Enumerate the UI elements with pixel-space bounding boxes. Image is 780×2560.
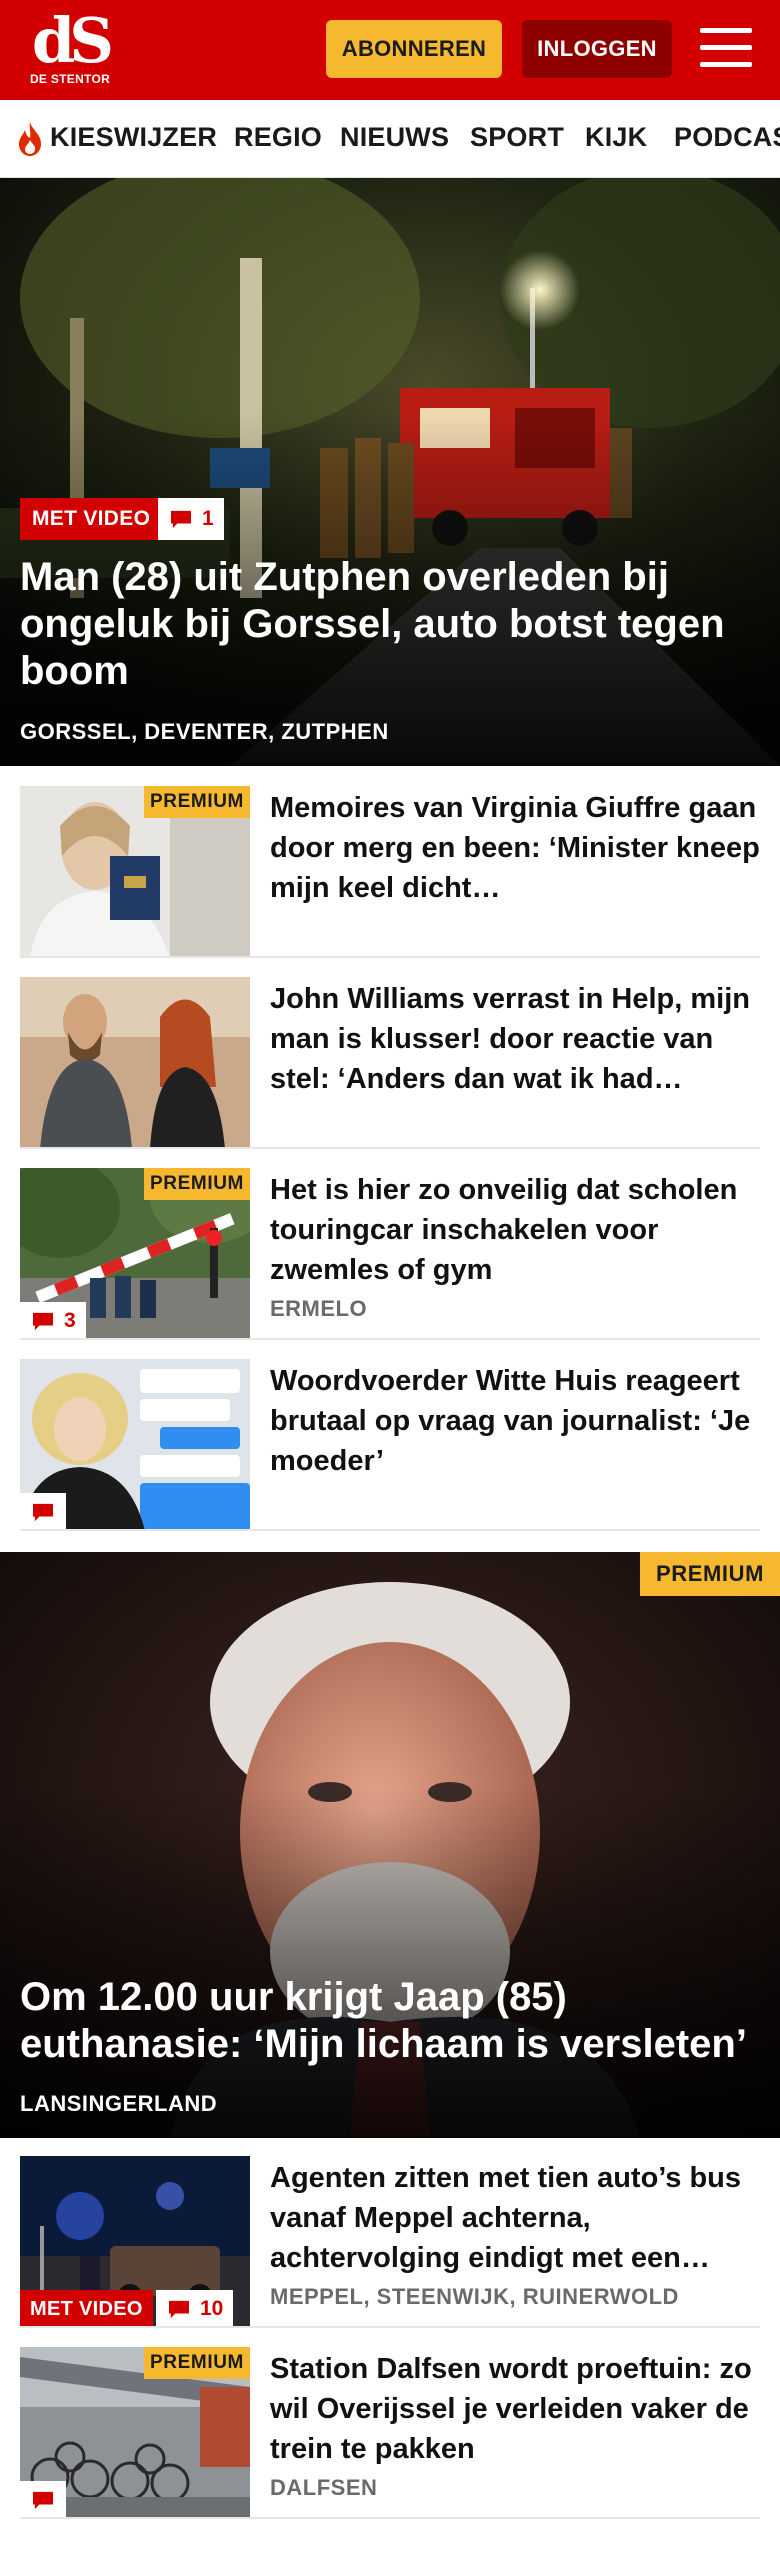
- comment-icon-badge[interactable]: [20, 2481, 66, 2519]
- premium-badge: PREMIUM: [144, 2347, 250, 2379]
- comment-icon-badge[interactable]: [20, 1493, 66, 1531]
- divider: [20, 1529, 760, 1531]
- premium-badge: PREMIUM: [144, 786, 250, 818]
- comment-icon: [169, 2300, 189, 2319]
- comment-count-badge[interactable]: 3: [20, 1302, 86, 1340]
- divider: [20, 2326, 760, 2328]
- comment-count: 1: [202, 507, 214, 530]
- nav-item-regio[interactable]: REGIO: [234, 122, 322, 153]
- article-location[interactable]: DALFSEN: [270, 2475, 377, 2501]
- divider: [20, 1338, 760, 1340]
- site-logo[interactable]: dS DE STENTOR: [28, 4, 114, 90]
- nav-item-kijk[interactable]: KIJK: [585, 122, 647, 153]
- article-title[interactable]: Station Dalfsen wordt proeftuin: zo wil …: [270, 2349, 760, 2469]
- nav-item-kieswijzer[interactable]: KIESWIJZER: [50, 122, 217, 153]
- article-title[interactable]: Agenten zitten met tien auto’s bus vanaf…: [270, 2158, 760, 2278]
- hero-title[interactable]: Man (28) uit Zutphen overleden bij ongel…: [20, 554, 760, 695]
- list-item[interactable]: PREMIUM 3 Het is hier zo onveilig dat sc…: [20, 1168, 760, 1340]
- divider: [20, 2517, 760, 2519]
- hero-tags[interactable]: LANSINGERLAND: [20, 2091, 217, 2117]
- video-badge: MET VIDEO: [20, 2290, 153, 2328]
- flame-icon: [19, 122, 41, 156]
- nav-item-nieuws[interactable]: NIEUWS: [340, 122, 449, 153]
- article-title[interactable]: John Williams verrast in Help, mijn man …: [270, 979, 760, 1099]
- divider: [20, 956, 760, 958]
- hero-tags[interactable]: GORSSEL, DEVENTER, ZUTPHEN: [20, 719, 389, 745]
- article-thumbnail: [20, 1359, 250, 1531]
- list-item[interactable]: John Williams verrast in Help, mijn man …: [20, 977, 760, 1149]
- article-thumbnail: PREMIUM: [20, 786, 250, 958]
- hero-gradient: [0, 1786, 780, 2138]
- comment-icon: [33, 1312, 53, 1331]
- logo-subtitle: DE STENTOR: [29, 72, 111, 86]
- hero-article-euthanasia[interactable]: PREMIUM Om 12.00 uur krijgt Jaap (85) eu…: [0, 1552, 780, 2138]
- comment-count: 10: [200, 2297, 224, 2320]
- list-item[interactable]: PREMIUM Station Dalfsen wordt proeftuin:…: [20, 2347, 760, 2519]
- article-title[interactable]: Memoires van Virginia Giuffre gaan door …: [270, 788, 760, 908]
- comment-count-badge[interactable]: 10: [156, 2290, 234, 2328]
- subscribe-button[interactable]: ABONNEREN: [326, 20, 502, 78]
- nav-item-sport[interactable]: SPORT: [470, 122, 564, 153]
- logo-mark: dS: [31, 4, 114, 77]
- section-nav: KIESWIJZER REGIO NIEUWS SPORT KIJK PODCA…: [0, 100, 780, 178]
- article-title[interactable]: Het is hier zo onveilig dat scholen tour…: [270, 1170, 760, 1290]
- comment-count-badge[interactable]: 1: [158, 498, 224, 540]
- premium-badge: PREMIUM: [144, 1168, 250, 1200]
- nav-item-podcast[interactable]: PODCAST: [674, 122, 780, 153]
- article-location[interactable]: MEPPEL, STEENWIJK, RUINERWOLD: [270, 2284, 679, 2310]
- hamburger-menu-icon[interactable]: [700, 26, 752, 70]
- article-thumbnail: MET VIDEO 10: [20, 2156, 250, 2328]
- article-thumbnail: [20, 977, 250, 1149]
- comment-count: 3: [64, 1309, 76, 1332]
- article-thumbnail: PREMIUM: [20, 2347, 250, 2519]
- comment-icon: [33, 1503, 53, 1522]
- article-title[interactable]: Woordvoerder Witte Huis reageert brutaal…: [270, 1361, 760, 1481]
- video-badge: MET VIDEO: [20, 498, 163, 540]
- divider: [20, 1147, 760, 1149]
- premium-badge: PREMIUM: [640, 1552, 780, 1596]
- comment-icon: [171, 510, 191, 529]
- list-item[interactable]: PREMIUM Memoires van Virginia Giuffre ga…: [20, 786, 760, 958]
- login-button[interactable]: INLOGGEN: [522, 20, 672, 78]
- hero-article-accident[interactable]: MET VIDEO 1 Man (28) uit Zutphen overled…: [0, 178, 780, 766]
- top-bar: dS DE STENTOR ABONNEREN INLOGGEN: [0, 0, 780, 100]
- list-item[interactable]: MET VIDEO 10 Agenten zitten met tien aut…: [20, 2156, 760, 2328]
- article-location[interactable]: ERMELO: [270, 1296, 367, 1322]
- comment-icon: [33, 2491, 53, 2510]
- hero-title[interactable]: Om 12.00 uur krijgt Jaap (85) euthanasie…: [20, 1974, 760, 2068]
- article-thumbnail: PREMIUM 3: [20, 1168, 250, 1340]
- list-item[interactable]: Woordvoerder Witte Huis reageert brutaal…: [20, 1359, 760, 1531]
